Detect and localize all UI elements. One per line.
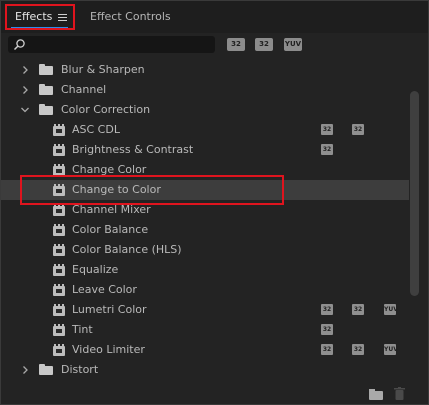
yuv-badge: YUV: [384, 304, 398, 315]
accelerated-badge: 32: [321, 124, 333, 135]
highlight-box-item: [20, 175, 284, 205]
effect-label: Lumetri Color: [72, 303, 147, 316]
32-bit-badge: 32: [352, 344, 364, 355]
effect-label: Color Balance: [72, 223, 149, 236]
search-input[interactable]: [30, 36, 210, 53]
accelerated-badge: 32: [321, 304, 333, 315]
effect-label: Brightness & Contrast: [72, 143, 194, 156]
folder-icon: [39, 64, 53, 75]
effect-icon: [53, 204, 65, 216]
accelerated-effects-filter-button[interactable]: 32: [227, 38, 245, 51]
effect-icon: [53, 284, 65, 296]
effect-icon: [53, 324, 65, 336]
effect-icon: [53, 264, 65, 276]
highlight-box-tab: [5, 4, 75, 30]
folder-icon: [39, 104, 53, 115]
effect-icon: [53, 124, 65, 136]
effects-tree: Blur & Sharpen Channel Color Correction ASC…: [1, 60, 409, 381]
accelerated-badge: 32: [321, 344, 333, 355]
folder-row[interactable]: Distort: [1, 360, 409, 380]
folder-row[interactable]: Channel: [1, 80, 409, 100]
accelerated-badge: 32: [321, 144, 333, 155]
accelerated-badge: 32: [321, 324, 333, 335]
effect-row[interactable]: Equalize: [1, 260, 409, 280]
effect-row[interactable]: Color Balance: [1, 220, 409, 240]
folder-row[interactable]: Blur & Sharpen: [1, 60, 409, 80]
folder-label: Color Correction: [61, 103, 151, 116]
folder-label: Channel: [61, 83, 107, 96]
panel-tab-bar: Effects Effect Controls: [1, 1, 428, 33]
effect-row[interactable]: Lumetri Color 32 32 YUV: [1, 300, 409, 320]
folder-label: Distort: [61, 363, 99, 376]
effect-icon: [53, 304, 65, 316]
32-bit-filter-button[interactable]: 32: [255, 38, 273, 51]
new-bin-icon[interactable]: [369, 389, 383, 400]
yuv-filter-button[interactable]: YUV: [284, 38, 302, 51]
effect-row[interactable]: Tint 32: [1, 320, 409, 340]
effect-label: Leave Color: [72, 283, 137, 296]
effect-icon: [53, 344, 65, 356]
effect-row[interactable]: ASC CDL 32 32: [1, 120, 409, 140]
effect-icon: [53, 144, 65, 156]
effect-row[interactable]: Brightness & Contrast 32: [1, 140, 409, 160]
effect-label: Tint: [72, 323, 93, 336]
folder-icon: [39, 84, 53, 95]
search-box[interactable]: [8, 36, 215, 53]
scrollbar-thumb[interactable]: [410, 91, 419, 296]
folder-label: Blur & Sharpen: [61, 63, 145, 76]
chevron-right-icon[interactable]: [20, 365, 30, 375]
effect-label: Video Limiter: [72, 343, 145, 356]
effect-icon: [53, 244, 65, 256]
search-icon: [13, 39, 25, 51]
effect-row[interactable]: Video Limiter 32 32 YUV: [1, 340, 409, 360]
effect-row[interactable]: Color Balance (HLS): [1, 240, 409, 260]
effect-icon: [53, 224, 65, 236]
32-bit-badge: 32: [352, 124, 364, 135]
chevron-down-icon[interactable]: [20, 105, 30, 115]
32-bit-badge: 32: [352, 304, 364, 315]
trash-icon[interactable]: [394, 387, 405, 400]
effect-label: Equalize: [72, 263, 119, 276]
effect-label: Color Balance (HLS): [72, 243, 182, 256]
panel-footer: [1, 382, 428, 404]
chevron-right-icon[interactable]: [20, 85, 30, 95]
folder-icon: [39, 364, 53, 375]
yuv-badge: YUV: [384, 344, 398, 355]
effect-row[interactable]: Leave Color: [1, 280, 409, 300]
effects-panel: Effects Effect Controls 32 32 YUV Blur &…: [0, 0, 429, 405]
effect-label: ASC CDL: [72, 123, 120, 136]
folder-row[interactable]: Color Correction: [1, 100, 409, 120]
tab-effect-controls[interactable]: Effect Controls: [90, 10, 171, 23]
chevron-right-icon[interactable]: [20, 65, 30, 75]
